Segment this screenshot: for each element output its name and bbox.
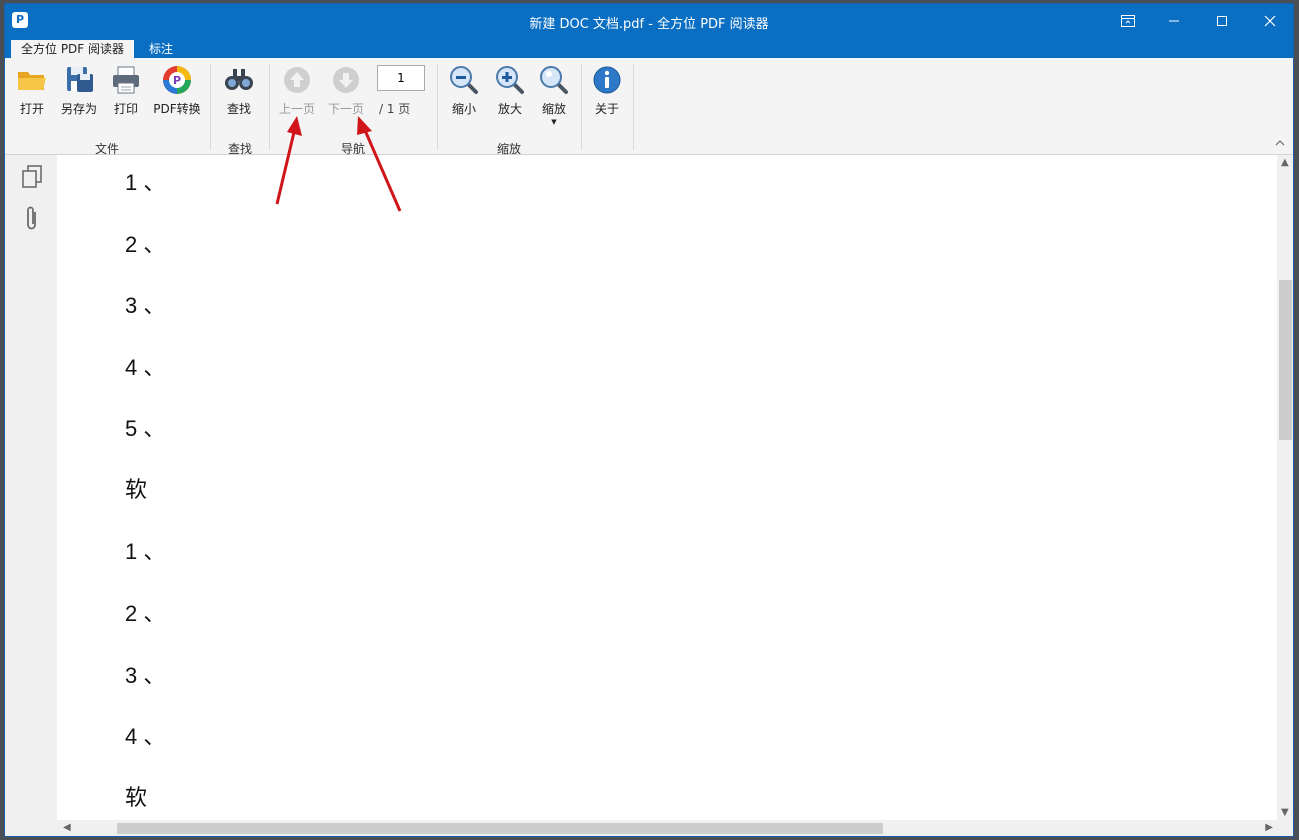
close-icon (1264, 15, 1276, 27)
app-window: P 新建 DOC 文档.pdf - 全方位 PDF 阅读器 全方位 PDF 阅读… (5, 4, 1293, 836)
about-button[interactable]: 关于 (589, 64, 625, 117)
find-label: 查找 (226, 102, 251, 116)
info-icon (591, 64, 623, 96)
page-total-label: / 1 页 (379, 102, 411, 116)
document-line: 2 、 (125, 601, 166, 626)
print-label: 打印 (113, 102, 138, 116)
horizontal-scrollbar[interactable]: ◀ ▶ (57, 820, 1293, 836)
printer-icon (110, 64, 142, 96)
ribbon-separator (437, 64, 438, 150)
zoom-in-label: 放大 (497, 102, 522, 116)
binoculars-icon (223, 64, 255, 96)
document-line: 软 (125, 785, 148, 810)
arrow-down-icon (330, 64, 362, 96)
pdf-convert-button[interactable]: P PDF转换 (151, 64, 203, 117)
maximize-button[interactable] (1199, 4, 1245, 38)
next-page-button[interactable]: 下一页 (325, 64, 367, 117)
ribbon-tab-strip: 全方位 PDF 阅读器 标注 (5, 38, 1293, 58)
side-panel (5, 155, 57, 836)
vertical-scroll-thumb[interactable] (1279, 280, 1292, 440)
print-button[interactable]: 打印 (107, 64, 145, 117)
pages-panel-button[interactable] (21, 165, 43, 192)
ribbon: 打开 另存为 打印 P PDF转换 文件 查找 查找 上一页 下一页 1 / 1… (5, 58, 1293, 156)
document-line: 4 、 (125, 724, 166, 749)
save-icon (63, 64, 95, 96)
collapse-ribbon-button[interactable] (1275, 136, 1285, 149)
document-line: 1 、 (125, 170, 166, 195)
ribbon-options-icon (1121, 15, 1135, 27)
scroll-up-icon[interactable]: ▲ (1281, 157, 1289, 168)
minimize-button[interactable] (1151, 4, 1197, 38)
document-line: 软 (125, 477, 148, 502)
scroll-down-icon[interactable]: ▼ (1281, 807, 1289, 818)
ribbon-display-options-button[interactable] (1105, 4, 1151, 38)
minimize-icon (1169, 20, 1179, 22)
scroll-right-icon[interactable]: ▶ (1265, 822, 1273, 833)
chevron-up-icon (1275, 140, 1285, 146)
pages-icon (22, 165, 42, 188)
paperclip-icon (27, 206, 36, 230)
document-line: 2 、 (125, 232, 166, 257)
open-label: 打开 (19, 102, 44, 116)
document-line: 5 、 (125, 416, 166, 441)
zoom-in-button[interactable]: 放大 (491, 64, 529, 117)
save-as-button[interactable]: 另存为 (57, 64, 101, 117)
zoom-icon (538, 64, 570, 96)
ribbon-separator (269, 64, 270, 150)
prev-page-label: 上一页 (278, 102, 315, 116)
next-page-label: 下一页 (327, 102, 364, 116)
zoom-dropdown-button[interactable]: 缩放 ▼ (535, 64, 573, 126)
tab-annotate[interactable]: 标注 (139, 40, 183, 58)
document-view[interactable]: 1 、 2 、 3 、 4 、 5 、 软 1 、 2 、 3 、 4 、 软 (57, 155, 1277, 820)
ribbon-separator (210, 64, 211, 150)
find-button[interactable]: 查找 (219, 64, 259, 117)
pdf-convert-icon: P (161, 64, 193, 96)
zoom-label: 缩放 (541, 102, 566, 116)
dropdown-arrow-icon: ▼ (551, 118, 557, 126)
close-button[interactable] (1247, 4, 1293, 38)
zoom-out-label: 缩小 (451, 102, 476, 116)
zoom-in-icon (494, 64, 526, 96)
zoom-out-button[interactable]: 缩小 (445, 64, 483, 117)
zoom-out-icon (448, 64, 480, 96)
maximize-icon (1217, 16, 1227, 26)
save-as-label: 另存为 (60, 102, 97, 116)
attachments-panel-button[interactable] (24, 205, 40, 236)
document-line: 3 、 (125, 293, 166, 318)
about-label: 关于 (594, 102, 619, 116)
open-button[interactable]: 打开 (13, 64, 51, 117)
document-line: 1 、 (125, 539, 166, 564)
title-bar: P 新建 DOC 文档.pdf - 全方位 PDF 阅读器 (5, 4, 1293, 38)
document-line: 4 、 (125, 355, 166, 380)
window-title: 新建 DOC 文档.pdf - 全方位 PDF 阅读器 (529, 17, 769, 32)
horizontal-scroll-thumb[interactable] (117, 823, 883, 834)
arrow-up-icon (281, 64, 313, 96)
prev-page-button[interactable]: 上一页 (277, 64, 317, 117)
ribbon-separator (633, 64, 634, 150)
document-line: 3 、 (125, 663, 166, 688)
pdf-convert-label: PDF转换 (153, 102, 201, 116)
scroll-left-icon[interactable]: ◀ (63, 822, 71, 833)
ribbon-separator (581, 64, 582, 150)
tab-main[interactable]: 全方位 PDF 阅读器 (11, 40, 135, 58)
svg-text:P: P (173, 74, 181, 87)
folder-open-icon (16, 64, 48, 96)
page-number-input[interactable] (377, 65, 425, 91)
vertical-scrollbar[interactable]: ▲ ▼ (1277, 155, 1293, 820)
